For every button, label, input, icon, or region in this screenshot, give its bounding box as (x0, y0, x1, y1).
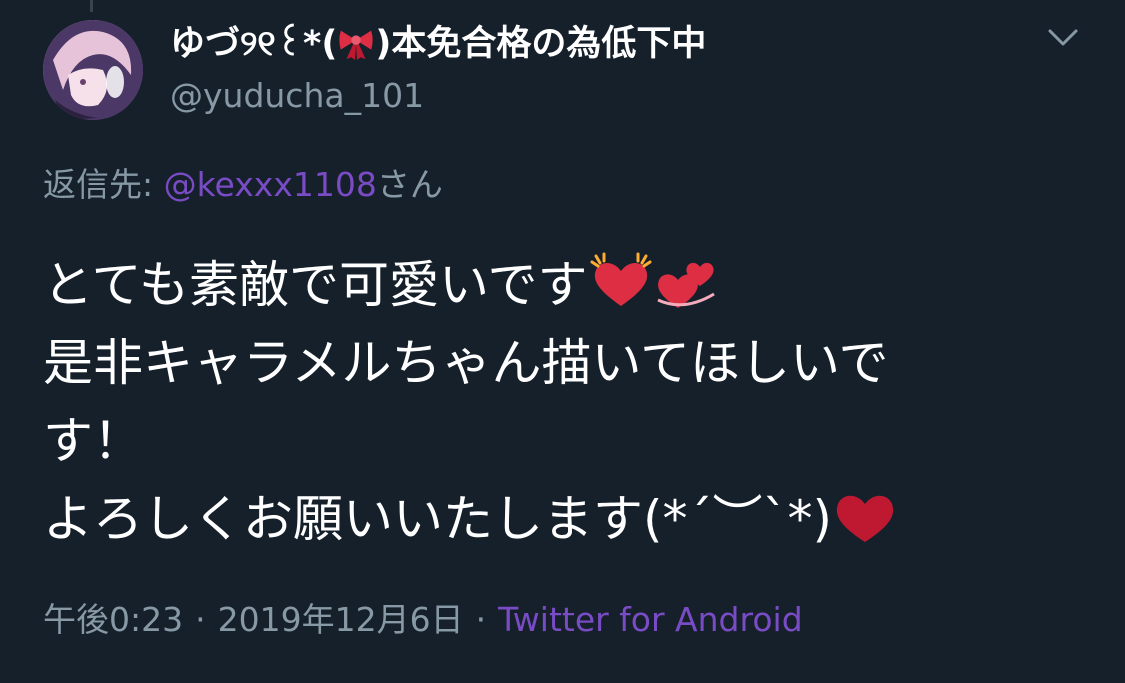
tweet-text: とても素敵で可愛いです 是非キャラメルちゃん描いてほしいで す！ よろしくお願い… (43, 246, 1083, 558)
reply-suffix: さん (376, 165, 443, 204)
tweet-line-2: 是非キャラメルちゃん描いてほしいで (43, 334, 889, 392)
avatar-illustration (43, 20, 143, 120)
tweet-meta: 午後0:23 · 2019年12月6日 · Twitter for Android (43, 598, 803, 642)
tweet-line-4: よろしくお願いいたします(*´︶`*) (43, 480, 1083, 558)
thread-connector-line (90, 0, 93, 12)
tweet-date[interactable]: 2019年12月6日 (218, 600, 464, 639)
user-handle[interactable]: @yuducha_101 (170, 74, 424, 118)
tweet-source-link[interactable]: Twitter for Android (498, 600, 803, 639)
red-heart-emoji-icon (836, 495, 894, 542)
display-name-mid: *( (303, 24, 338, 64)
display-name[interactable]: ゆづ୨୧꒰*( )本免合格の為低下中 (170, 22, 706, 66)
reply-context: 返信先: @kexxx1108さん (43, 163, 443, 207)
reply-prefix: 返信先: (43, 165, 164, 204)
meta-separator: · (475, 600, 487, 639)
meta-separator: · (195, 600, 206, 639)
beating-heart-emoji-icon (590, 252, 651, 306)
display-name-prefix: ゆづ୨୧꒰ (170, 24, 304, 64)
ribbon-emoji-icon (339, 30, 373, 61)
tweet-time[interactable]: 午後0:23 (43, 600, 183, 639)
tweet-line-1-text: とても素敵で可愛いです (43, 256, 588, 314)
tweet-line-1: とても素敵で可愛いです (43, 246, 1083, 324)
two-hearts-emoji-icon (656, 262, 715, 308)
chevron-down-icon[interactable] (1046, 24, 1080, 50)
display-name-suffix: )本免合格の為低下中 (375, 24, 707, 64)
tweet-line-3: す！ (43, 412, 143, 470)
tweet-line-4-text: よろしくお願いいたします(*´︶`*) (43, 490, 833, 548)
avatar[interactable] (43, 20, 143, 120)
reply-user-link[interactable]: @kexxx1108 (164, 165, 377, 204)
